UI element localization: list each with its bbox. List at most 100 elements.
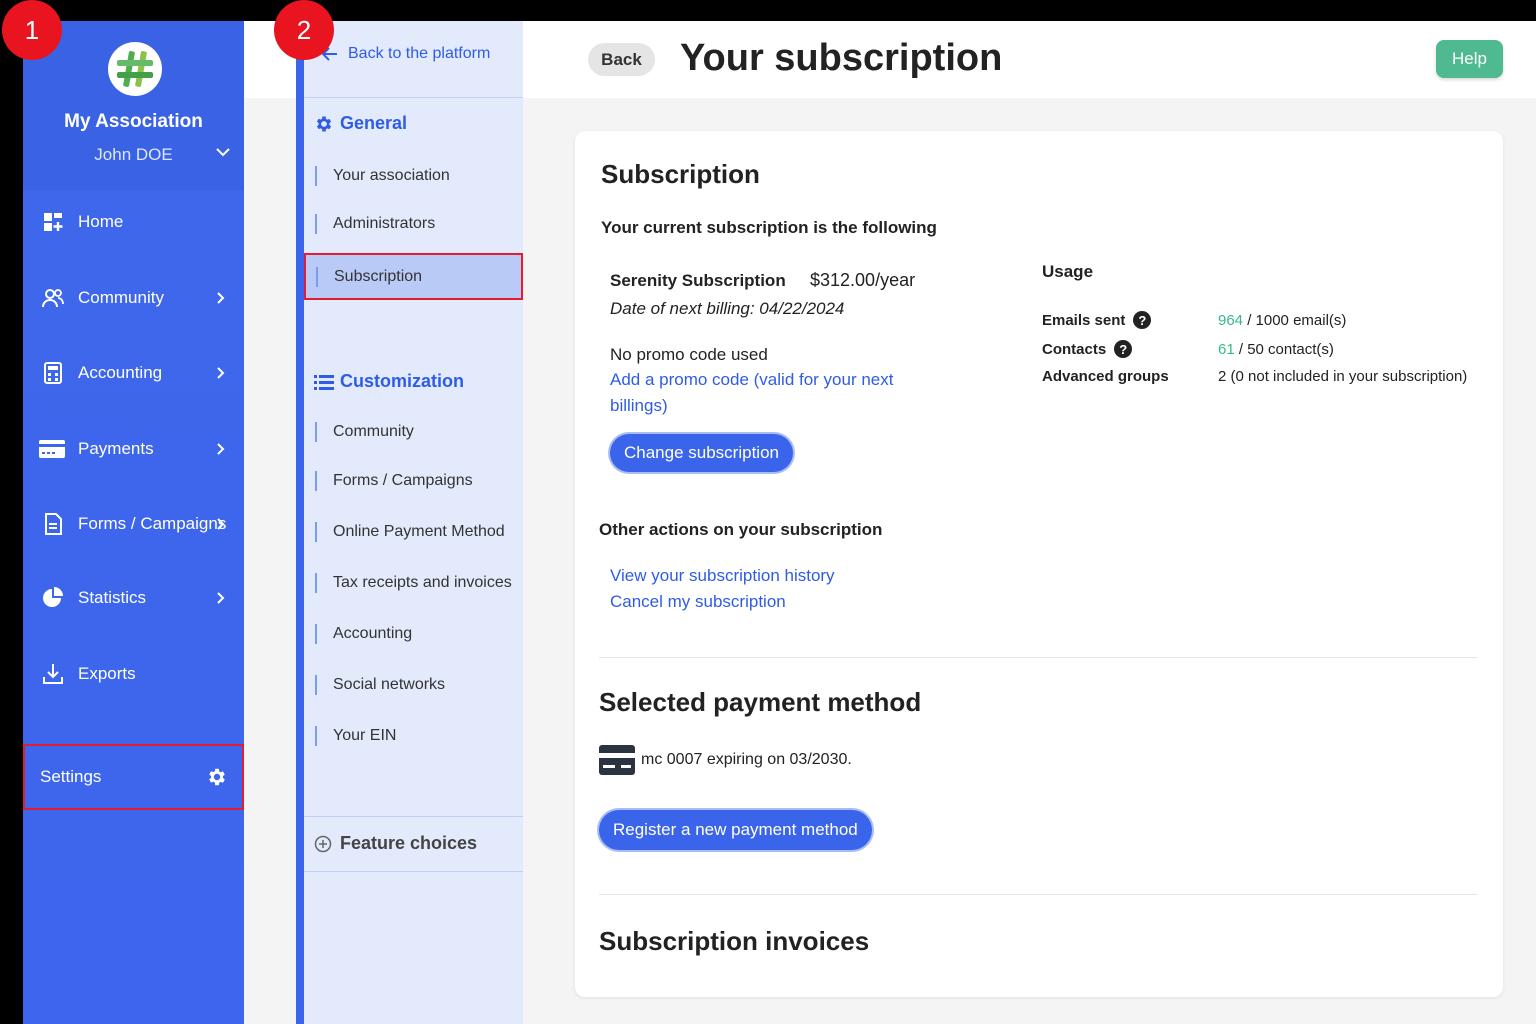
- sidebar-item-home[interactable]: Home: [23, 202, 244, 242]
- payment-method-heading: Selected payment method: [599, 687, 922, 717]
- chevron-right-icon: [217, 518, 225, 530]
- payment-card-row: mc 0007 expiring on 03/2030.: [599, 745, 852, 775]
- community-icon: [42, 289, 64, 308]
- subscription-history-link[interactable]: View your subscription history: [610, 563, 835, 589]
- app-frame: My Association John DOE Home Community A…: [23, 21, 1536, 1024]
- other-actions-title: Other actions on your subscription: [599, 520, 883, 539]
- usage-limit: 2 (0 not included in your subscription): [1218, 368, 1468, 385]
- change-subscription-button[interactable]: Change subscription: [610, 434, 793, 472]
- subnav-item-label: Tax receipts and invoices: [333, 574, 512, 591]
- subnav-item-label: Social networks: [333, 676, 446, 693]
- usage-label: Contacts?: [1042, 340, 1218, 358]
- section-title-label: Customization: [340, 371, 464, 391]
- chevron-right-icon: [217, 367, 225, 379]
- invoices-heading: Subscription invoices: [599, 926, 870, 956]
- sidebar-item-exports[interactable]: Exports: [23, 654, 244, 694]
- chevron-right-icon: [217, 592, 225, 604]
- promo-status: No promo code used: [610, 345, 768, 364]
- chevron-right-icon: [217, 292, 225, 304]
- subnav-item-online-payment-method[interactable]: Online Payment Method: [314, 514, 519, 550]
- sidebar-item-payments[interactable]: Payments: [23, 429, 244, 469]
- sidebar-item-label: Statistics: [78, 588, 147, 607]
- help-question-icon[interactable]: ?: [1133, 311, 1152, 329]
- step-badge-2: 2: [274, 0, 334, 60]
- plan-name: Serenity Subscription: [610, 271, 786, 290]
- subnav-item-label: Online Payment Method: [333, 523, 505, 540]
- back-button[interactable]: Back: [588, 43, 655, 76]
- subnav-item-administrators[interactable]: Administrators: [314, 206, 519, 242]
- divider: [304, 816, 523, 817]
- subnav-item-forms-campaigns[interactable]: Forms / Campaigns: [314, 463, 519, 499]
- org-name: My Association: [64, 111, 203, 132]
- subscription-card: Subscription Your current subscription i…: [575, 131, 1503, 997]
- subnav-item-your-ein[interactable]: Your EIN: [314, 718, 519, 754]
- help-question-icon[interactable]: ?: [1114, 340, 1133, 358]
- sidebar-item-accounting[interactable]: Accounting: [23, 353, 244, 393]
- divider: [599, 657, 1477, 658]
- credit-card-icon: [599, 745, 635, 775]
- usage-label: Advanced groups: [1042, 368, 1218, 385]
- usage-label-text: Advanced groups: [1042, 368, 1169, 385]
- next-billing-date: Date of next billing: 04/22/2024: [610, 299, 845, 318]
- usage-value: 61 / 50 contact(s): [1218, 341, 1334, 358]
- subnav-item-tax-receipts[interactable]: Tax receipts and invoices: [314, 565, 519, 601]
- divider: [304, 871, 523, 872]
- subnav-item-accounting[interactable]: Accounting: [314, 616, 519, 652]
- usage-row-advanced-groups: Advanced groups 2 (0 not included in you…: [1042, 368, 1467, 385]
- sidebar-item-label: Payments: [78, 439, 154, 458]
- step-badge-1: 1: [2, 0, 62, 60]
- usage-label: Emails sent?: [1042, 311, 1218, 329]
- subscription-heading: Subscription: [601, 159, 760, 189]
- forms-document-icon: [45, 513, 62, 535]
- home-dashboard-icon: [44, 213, 63, 231]
- sidebar-item-forms-campaigns[interactable]: Forms / Campaigns: [23, 504, 244, 544]
- sidebar-item-community[interactable]: Community: [23, 278, 244, 318]
- accounting-icon: [44, 362, 62, 384]
- subnav-item-label: Accounting: [333, 625, 413, 642]
- usage-value: 964 / 1000 email(s): [1218, 312, 1346, 329]
- current-subscription-label: Your current subscription is the followi…: [601, 218, 937, 237]
- payments-card-icon: [39, 440, 65, 458]
- association-logo-icon: [108, 42, 162, 96]
- chevron-down-icon[interactable]: [214, 143, 232, 161]
- subnav-item-label: Your EIN: [333, 727, 397, 744]
- usage-value: 2 (0 not included in your subscription): [1218, 368, 1467, 385]
- feature-choices-link[interactable]: Feature choices: [314, 833, 477, 854]
- sidebar-item-label: Settings: [40, 767, 102, 786]
- page-title: Your subscription: [680, 37, 1003, 79]
- usage-label-text: Contacts: [1042, 340, 1107, 358]
- subnav-item-label: Administrators: [333, 215, 436, 232]
- usage-used: 61: [1218, 340, 1235, 358]
- settings-subnav: Back to the platform General Your associ…: [296, 21, 523, 1024]
- feature-choices-label: Feature choices: [340, 833, 478, 853]
- usage-row-contacts: Contacts? 61 / 50 contact(s): [1042, 340, 1334, 358]
- main-sidebar: My Association John DOE Home Community A…: [23, 21, 244, 1024]
- section-title-customization: Customization: [314, 371, 464, 392]
- usage-used: 964: [1218, 311, 1244, 329]
- back-to-platform-link[interactable]: Back to the platform: [322, 45, 490, 63]
- divider: [599, 894, 1477, 895]
- exports-download-icon: [43, 664, 63, 684]
- usage-title: Usage: [1042, 262, 1094, 281]
- subnav-item-label: Your association: [333, 167, 450, 184]
- subnav-item-label: Subscription: [334, 267, 423, 285]
- add-promo-code-link[interactable]: Add a promo code (valid for your next bi…: [610, 367, 900, 419]
- statistics-pie-icon: [43, 587, 63, 607]
- plus-circle-icon: [314, 835, 332, 852]
- section-title-general: General: [314, 113, 407, 134]
- subnav-item-social-networks[interactable]: Social networks: [314, 667, 519, 703]
- cancel-subscription-link[interactable]: Cancel my subscription: [610, 589, 786, 615]
- help-button[interactable]: Help: [1436, 40, 1503, 78]
- usage-label-text: Emails sent: [1042, 311, 1126, 329]
- divider: [304, 97, 523, 98]
- subnav-item-community[interactable]: Community: [314, 414, 519, 450]
- subnav-item-subscription[interactable]: Subscription: [304, 253, 523, 300]
- register-payment-method-button[interactable]: Register a new payment method: [599, 810, 872, 850]
- sidebar-item-statistics[interactable]: Statistics: [23, 578, 244, 618]
- sidebar-item-label: Home: [78, 212, 124, 231]
- sidebar-item-label: Forms / Campaigns: [78, 514, 227, 533]
- usage-row-emails: Emails sent? 964 / 1000 email(s): [1042, 311, 1346, 329]
- plan-price: $312.00/year: [810, 270, 916, 290]
- sidebar-item-settings[interactable]: Settings: [23, 744, 244, 810]
- subnav-item-your-association[interactable]: Your association: [314, 158, 519, 194]
